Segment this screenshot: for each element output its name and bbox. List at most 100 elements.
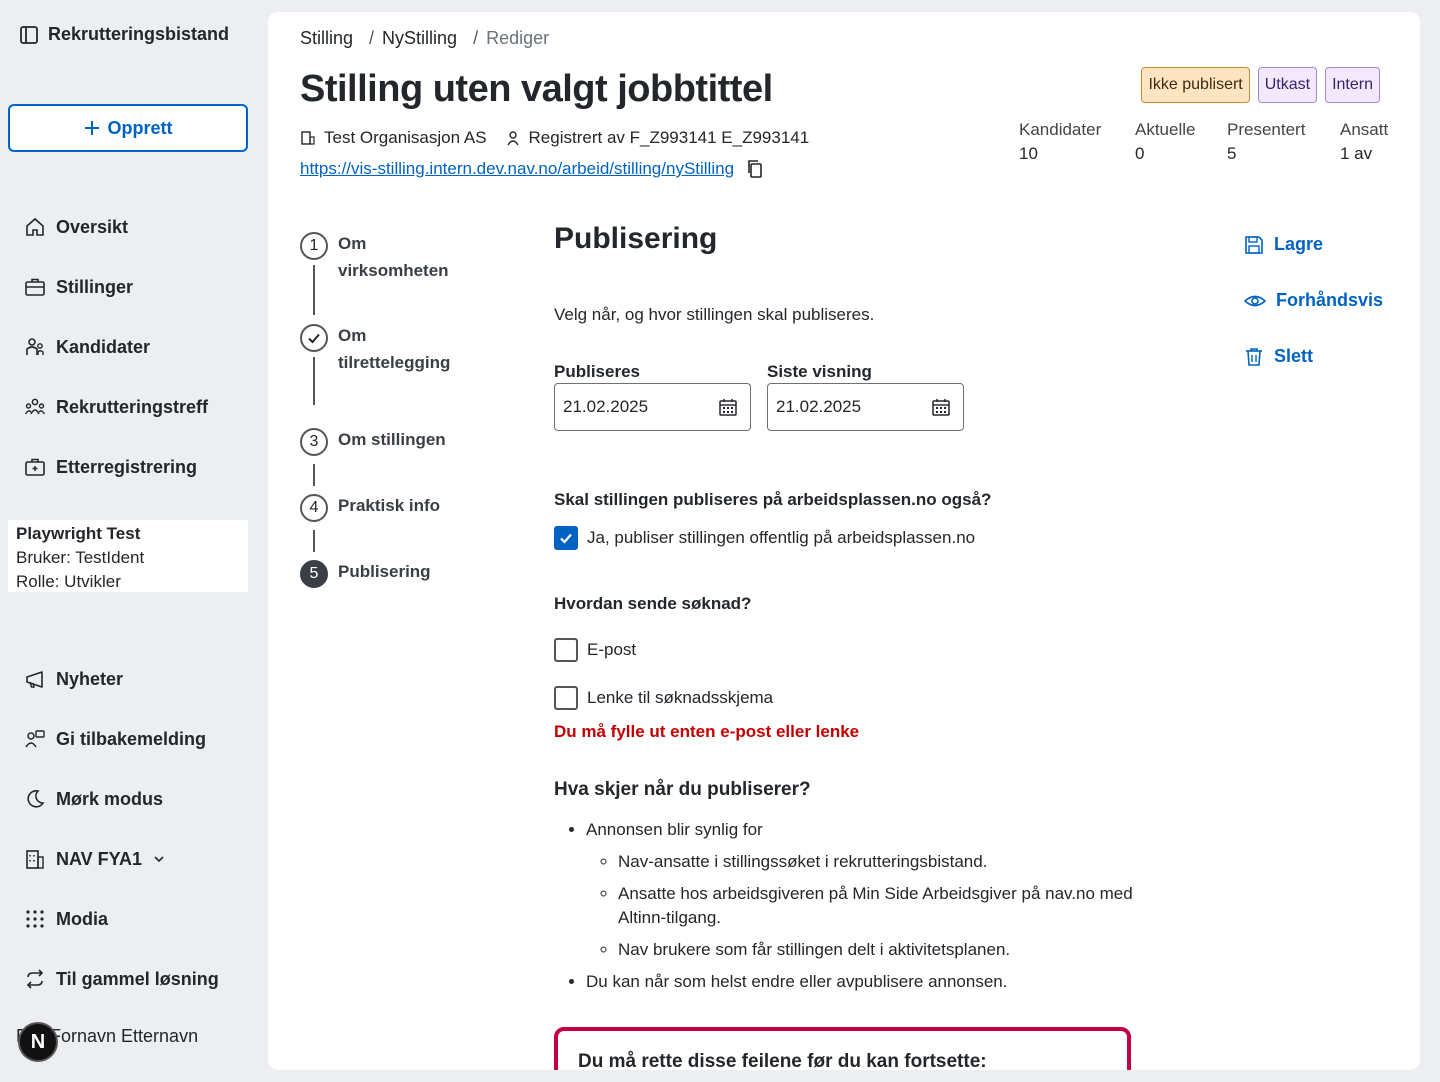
preview-button[interactable]: Forhåndsvis bbox=[1244, 290, 1383, 311]
link-checkbox[interactable] bbox=[554, 686, 578, 710]
stat-label: Presentert bbox=[1227, 120, 1306, 139]
feedback-icon bbox=[24, 728, 46, 750]
registered-by: Registrert av F_Z993141 E_Z993141 bbox=[505, 128, 810, 148]
main-panel: Stilling / NyStilling / Rediger Stilling… bbox=[268, 12, 1420, 1070]
calendar-icon[interactable] bbox=[931, 397, 951, 417]
sidebar: Rekrutteringsbistand Opprett Oversikt St… bbox=[0, 0, 268, 1082]
floppy-disk-icon bbox=[1244, 235, 1264, 255]
step-praktisk-info[interactable]: 4 Praktisk info bbox=[300, 494, 440, 522]
user-ident: Bruker: TestIdent bbox=[16, 548, 145, 567]
breadcrumb-separator: / bbox=[473, 28, 479, 48]
sidebar-item-label: Til gammel løsning bbox=[56, 968, 219, 989]
page-title: Stilling uten valgt jobbtittel bbox=[300, 68, 773, 110]
briefcase-icon bbox=[24, 276, 46, 298]
briefcase-plus-icon bbox=[24, 456, 46, 478]
dev-tools-badge[interactable]: N bbox=[18, 1022, 58, 1062]
app-brand[interactable]: Rekrutteringsbistand bbox=[20, 24, 229, 45]
step-om-virksomheten[interactable]: 1 Om virksomheten bbox=[300, 232, 449, 284]
sidebar-item-oversikt[interactable]: Oversikt bbox=[24, 207, 128, 247]
sidebar-item-rekrutteringstreff[interactable]: Rekrutteringstreff bbox=[24, 387, 208, 427]
create-button[interactable]: Opprett bbox=[8, 104, 248, 152]
public-checkbox-row[interactable]: Ja, publiser stillingen offentlig på arb… bbox=[554, 526, 975, 550]
calendar-icon[interactable] bbox=[718, 397, 738, 417]
stat-value: 5 bbox=[1227, 144, 1237, 163]
apply-error-message: Du må fylle ut enten e-post eller lenke bbox=[554, 722, 860, 741]
error-summary: Du må rette disse feilene før du kan for… bbox=[554, 1027, 1131, 1070]
create-button-label: Opprett bbox=[107, 117, 173, 138]
checkmark-icon bbox=[300, 324, 328, 352]
email-checkbox[interactable] bbox=[554, 638, 578, 662]
siste-visning-label: Siste visning bbox=[767, 362, 872, 381]
siste-visning-date-input[interactable]: 21.02.2025 bbox=[767, 383, 964, 431]
sidebar-item-modia[interactable]: Modia bbox=[24, 899, 108, 939]
sidebar-item-stillinger[interactable]: Stillinger bbox=[24, 267, 133, 307]
user-role: Rolle: Utvikler bbox=[16, 572, 121, 591]
org-name: Test Organisasjon AS bbox=[324, 128, 487, 147]
sidebar-item-etterregistrering[interactable]: Etterregistrering bbox=[24, 447, 197, 487]
stat-label: Kandidater bbox=[1019, 120, 1102, 139]
status-badge-intern: Intern bbox=[1325, 67, 1380, 103]
list-item: Annonsen blir synlig for Nav-ansatte i s… bbox=[586, 818, 1146, 962]
delete-label: Slett bbox=[1274, 346, 1314, 366]
building-icon bbox=[300, 130, 316, 146]
breadcrumb-separator: / bbox=[369, 28, 375, 48]
sidebar-item-dark-mode[interactable]: Mørk modus bbox=[24, 779, 163, 819]
breadcrumb-nystilling[interactable]: NyStilling bbox=[382, 28, 457, 49]
stilling-link[interactable]: https://vis-stilling.intern.dev.nav.no/a… bbox=[300, 159, 734, 179]
sidebar-item-nyheter[interactable]: Nyheter bbox=[24, 659, 123, 699]
user-info-box: Playwright Test Bruker: TestIdent Rolle:… bbox=[8, 520, 248, 592]
stat-presentert: Presentert 5 bbox=[1227, 120, 1340, 164]
stat-value: 10 bbox=[1019, 144, 1038, 163]
eye-icon bbox=[1244, 291, 1266, 311]
sidebar-item-label: Oversikt bbox=[56, 216, 129, 237]
step-connector bbox=[313, 357, 315, 405]
sidebar-item-enhet[interactable]: NAV FYA1 bbox=[24, 839, 166, 879]
sidebar-item-label: Stillinger bbox=[56, 276, 134, 297]
arrows-icon bbox=[24, 968, 46, 990]
breadcrumb-stilling[interactable]: Stilling bbox=[300, 28, 353, 49]
delete-button[interactable]: Slett bbox=[1244, 346, 1313, 367]
step-publisering[interactable]: 5 Publisering bbox=[300, 560, 431, 588]
sidebar-item-label: Mørk modus bbox=[56, 788, 164, 809]
link-checkbox-row[interactable]: Lenke til søknadsskjema bbox=[554, 686, 773, 710]
status-tags: Ikke publisert Utkast Intern bbox=[1141, 67, 1380, 103]
siste-visning-date-value: 21.02.2025 bbox=[776, 397, 862, 416]
step-om-tilrettelegging[interactable]: Om tilrettelegging bbox=[300, 324, 450, 376]
sidebar-item-label: Modia bbox=[56, 908, 108, 929]
email-checkbox-row[interactable]: E-post bbox=[554, 638, 636, 662]
moon-icon bbox=[24, 788, 46, 810]
sidebar-item-label: Rekrutteringstreff bbox=[56, 396, 209, 417]
trash-icon bbox=[1244, 347, 1264, 367]
group-icon bbox=[24, 396, 46, 418]
plus-icon bbox=[84, 120, 100, 136]
public-checkbox-label: Ja, publiser stillingen offentlig på arb… bbox=[587, 528, 976, 547]
url-row: https://vis-stilling.intern.dev.nav.no/a… bbox=[300, 159, 764, 179]
step-om-stillingen[interactable]: 3 Om stillingen bbox=[300, 428, 446, 456]
stat-aktuelle: Aktuelle 0 bbox=[1135, 120, 1227, 164]
registered-by-text: Registrert av F_Z993141 E_Z993141 bbox=[528, 128, 810, 147]
copy-icon[interactable] bbox=[746, 159, 764, 179]
sidebar-toggle-icon[interactable] bbox=[20, 25, 38, 44]
sidebar-item-tilbakemelding[interactable]: Gi tilbakemelding bbox=[24, 719, 206, 759]
step-label: Om tilrettelegging bbox=[338, 326, 451, 372]
step-label: Praktisk info bbox=[338, 496, 441, 515]
sidebar-item-kandidater[interactable]: Kandidater bbox=[24, 327, 150, 367]
step-connector bbox=[313, 530, 315, 552]
grid-icon bbox=[24, 908, 46, 930]
sidebar-item-label: Nyheter bbox=[56, 668, 124, 689]
info-list: Annonsen blir synlig for Nav-ansatte i s… bbox=[586, 818, 1146, 1002]
sidebar-item-gammel-losning[interactable]: Til gammel løsning bbox=[24, 959, 219, 999]
sidebar-item-label: Gi tilbakemelding bbox=[56, 728, 207, 749]
preview-label: Forhåndsvis bbox=[1276, 290, 1384, 310]
status-badge-ikke-publisert: Ikke publisert bbox=[1141, 67, 1250, 103]
section-heading: Publisering bbox=[554, 222, 718, 255]
stat-value: 0 bbox=[1135, 144, 1145, 163]
publiseres-date-input[interactable]: 21.02.2025 bbox=[554, 383, 751, 431]
list-item: Nav brukere som får stillingen delt i ak… bbox=[618, 938, 1146, 962]
step-number: 4 bbox=[300, 494, 328, 522]
user-name: Playwright Test bbox=[16, 524, 141, 543]
stat-label: Ansatt bbox=[1340, 120, 1389, 139]
step-number: 1 bbox=[300, 232, 328, 260]
public-checkbox[interactable] bbox=[554, 526, 578, 550]
save-button[interactable]: Lagre bbox=[1244, 234, 1323, 255]
